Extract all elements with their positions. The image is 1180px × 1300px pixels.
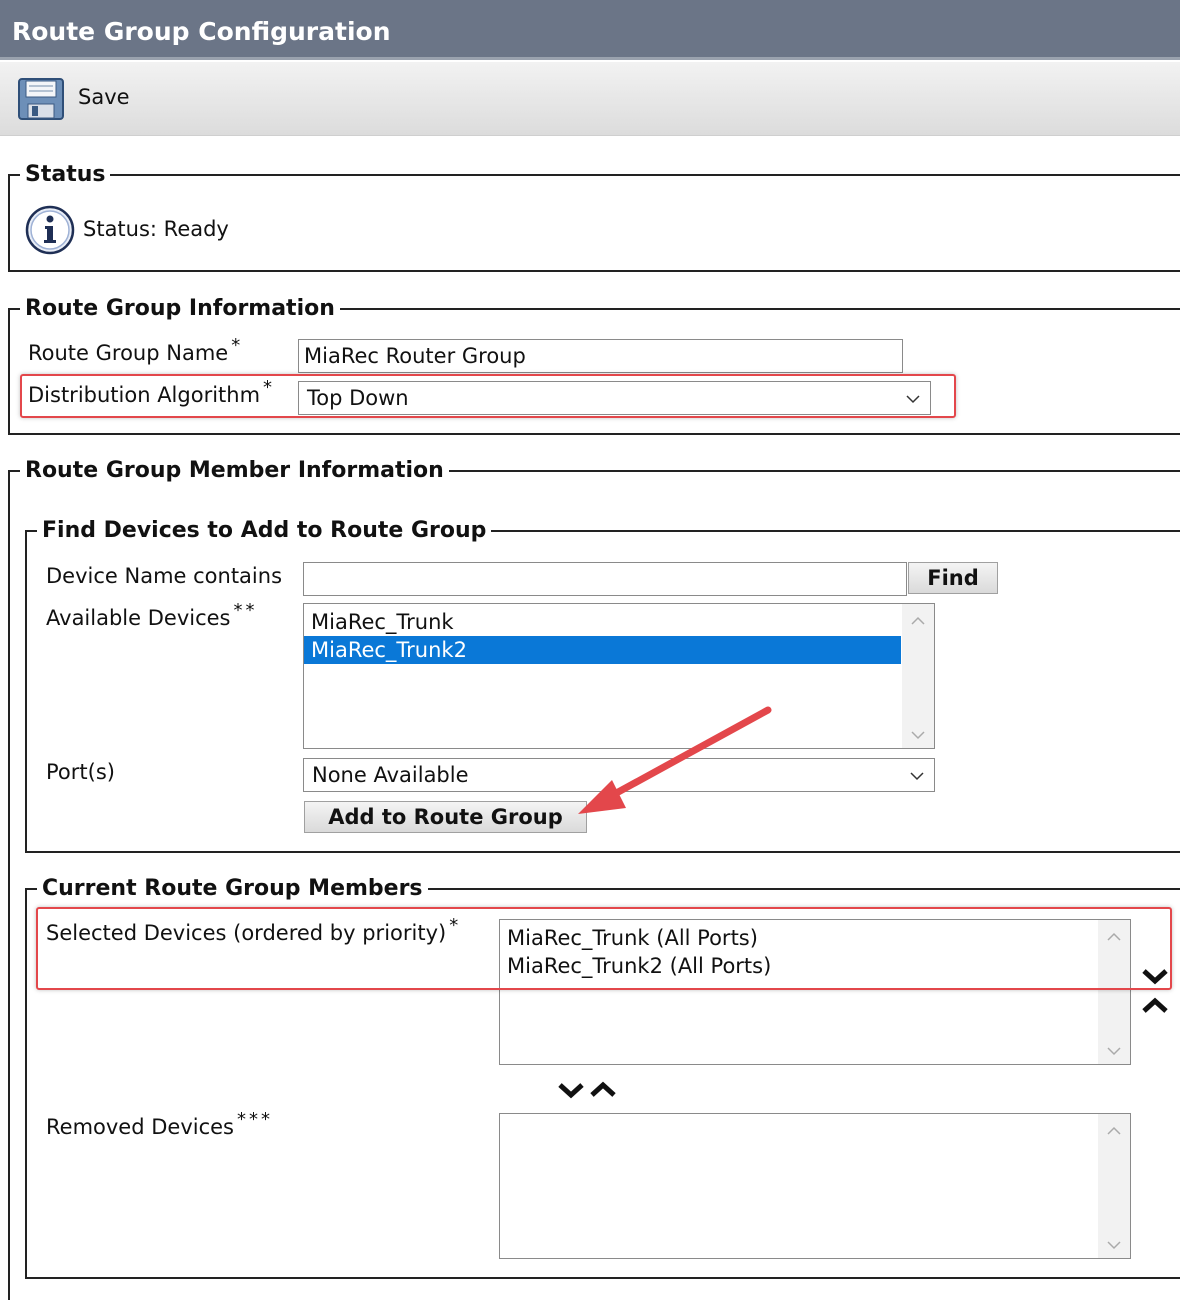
member-info-legend: Route Group Member Information [25, 458, 444, 483]
removed-devices-label: Removed Devices *** [46, 1109, 273, 1139]
move-down-icon[interactable] [1141, 966, 1169, 986]
device-name-input[interactable] [303, 562, 907, 596]
chevron-down-icon [910, 772, 924, 781]
available-device-item-selected[interactable]: MiaRec_Trunk2 [304, 636, 901, 664]
scroll-down-icon[interactable] [911, 730, 925, 740]
route-group-name-input[interactable] [298, 339, 903, 373]
chevron-down-icon [906, 395, 920, 404]
route-group-info-legend: Route Group Information [25, 296, 335, 321]
add-to-route-group-button[interactable]: Add to Route Group [304, 801, 587, 833]
find-button[interactable]: Find [908, 562, 998, 594]
scroll-down-icon[interactable] [1107, 1046, 1121, 1056]
find-devices-legend: Find Devices to Add to Route Group [42, 518, 487, 543]
ports-value: None Available [312, 763, 469, 787]
scrollbar[interactable] [902, 604, 934, 748]
toolbar [0, 62, 1180, 136]
title-bar: Route Group Configuration [0, 0, 1180, 60]
available-devices-label: Available Devices ** [46, 600, 258, 630]
status-text: Status: Ready [83, 217, 229, 241]
highlight-box-selected-devices [36, 907, 1172, 990]
page-title: Route Group Configuration [12, 17, 391, 46]
move-to-removed-icon[interactable] [557, 1080, 585, 1100]
current-members-legend: Current Route Group Members [42, 876, 423, 901]
save-button[interactable]: Save [78, 85, 130, 109]
scroll-up-icon[interactable] [911, 616, 925, 626]
save-icon[interactable] [18, 78, 64, 120]
move-to-selected-icon[interactable] [589, 1080, 617, 1100]
distribution-algorithm-label: Distribution Algorithm * [28, 377, 276, 407]
distribution-algorithm-value: Top Down [307, 386, 409, 410]
scroll-up-icon[interactable] [1107, 1126, 1121, 1136]
available-device-item[interactable]: MiaRec_Trunk [304, 608, 901, 636]
annotation-arrow-icon [578, 706, 772, 814]
move-up-icon[interactable] [1141, 996, 1169, 1016]
scroll-down-icon[interactable] [1107, 1240, 1121, 1250]
device-name-label: Device Name contains [46, 564, 283, 588]
distribution-algorithm-select[interactable]: Top Down [298, 381, 931, 415]
route-group-name-label: Route Group Name * [28, 335, 244, 365]
scrollbar[interactable] [1098, 1114, 1130, 1258]
status-legend: Status [25, 162, 106, 187]
ports-label: Port(s) [46, 760, 115, 784]
removed-devices-list[interactable] [499, 1113, 1131, 1259]
info-icon [25, 205, 75, 255]
